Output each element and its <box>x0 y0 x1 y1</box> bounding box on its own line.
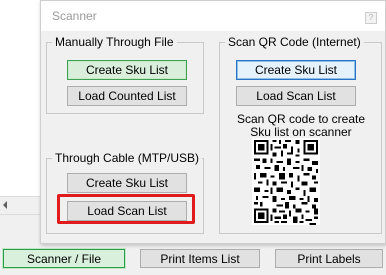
manual-file-group-label: Manually Through File <box>52 35 177 49</box>
dialog-title: Scanner <box>52 9 97 23</box>
manual-create-sku-list-button[interactable]: Create Sku List <box>67 60 187 80</box>
cable-create-sku-list-button[interactable]: Create Sku List <box>67 173 187 193</box>
help-icon[interactable]: ? <box>365 12 377 24</box>
load-counted-list-button[interactable]: Load Counted List <box>67 86 187 106</box>
scanner-file-button[interactable]: Scanner / File <box>2 248 126 269</box>
qr-load-scan-list-button[interactable]: Load Scan List <box>236 86 356 106</box>
highlight-box <box>57 194 195 224</box>
qr-code-image <box>252 138 320 225</box>
cable-group-label: Through Cable (MTP/USB) <box>52 151 203 165</box>
print-labels-button[interactable]: Print Labels <box>275 249 383 268</box>
qr-internet-group-label: Scan QR Code (Internet) <box>225 35 364 49</box>
scroll-left-arrow-icon[interactable] <box>3 201 7 209</box>
qr-caption: Scan QR code to create Sku list on scann… <box>231 113 371 139</box>
qr-create-sku-list-button[interactable]: Create Sku List <box>236 60 356 80</box>
print-items-list-button[interactable]: Print Items List <box>140 249 260 268</box>
dialog-titlebar[interactable]: Scanner ? <box>41 1 385 31</box>
